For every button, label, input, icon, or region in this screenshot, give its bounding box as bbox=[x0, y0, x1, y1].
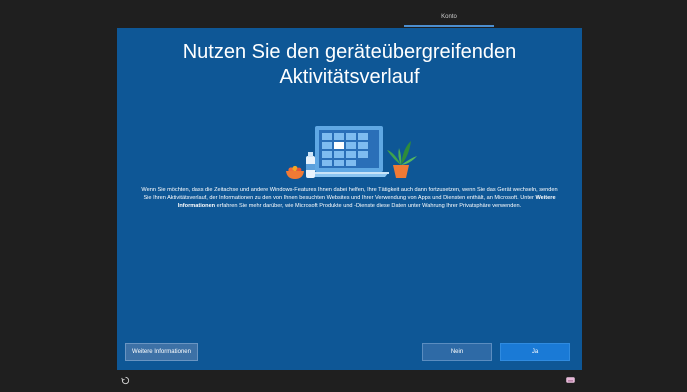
oobe-dialog: Nutzen Sie den geräteübergreifenden Akti… bbox=[117, 28, 582, 370]
top-bar: Konto bbox=[0, 0, 687, 28]
keyboard-icon[interactable] bbox=[566, 377, 575, 383]
accessibility-icon[interactable] bbox=[121, 376, 130, 385]
description-part1: Wenn Sie möchten, dass die Zeitachse und… bbox=[141, 187, 558, 201]
yes-button[interactable]: Ja bbox=[500, 343, 570, 361]
bottom-bar bbox=[0, 370, 687, 392]
description-text: Wenn Sie möchten, dass die Zeitachse und… bbox=[137, 186, 562, 210]
tab-konto[interactable]: Konto bbox=[404, 14, 494, 20]
no-button[interactable]: Nein bbox=[422, 343, 492, 361]
more-info-button[interactable]: Weitere Informationen bbox=[125, 343, 198, 361]
tab-underline bbox=[404, 25, 494, 27]
description-part2: erfahren Sie mehr darüber, wie Microsoft… bbox=[215, 203, 522, 209]
page-title: Nutzen Sie den geräteübergreifenden Akti… bbox=[182, 41, 517, 88]
